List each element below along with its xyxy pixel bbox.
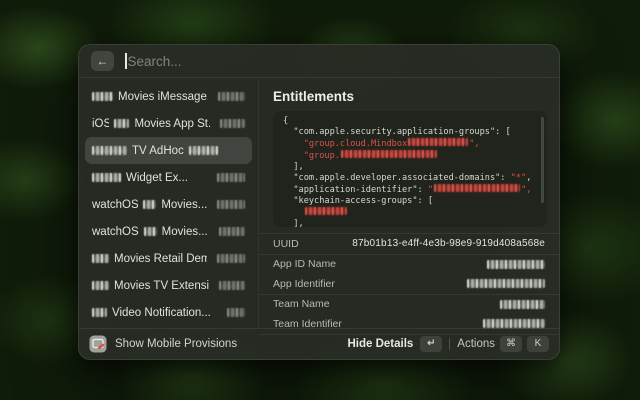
list-item-label: Movies... [162,226,208,238]
list-item-prefix: watchOS [92,226,139,238]
desktop: ← Movies iMessage... iOS Movies App St..… [0,0,640,400]
command-key-icon: ⌘ [500,336,522,352]
redacted-text [219,227,245,236]
list-item-label: Movies... [161,199,207,211]
action-bar: Show Mobile Provisions Hide Details ↵ Ac… [79,328,559,359]
list-item-label: Widget Ex... [126,172,188,184]
list-item-label: Video Notification... [112,307,211,319]
metadata-row-app-id-name: App ID Name [259,255,559,275]
code-text: { [283,116,288,126]
redacted-text [92,254,109,263]
metadata-row-uuid: UUID 87b01b13-e4ff-4e3b-98e9-919d408a568… [259,234,559,254]
redacted-text [189,146,218,155]
list-item[interactable]: Video Notification... [85,299,252,326]
redacted-text [218,92,245,101]
redacted-text [500,300,545,309]
code-string: "*" [511,173,527,183]
redacted-text [305,207,347,215]
redacted-text [227,308,245,317]
redacted-text [144,227,157,236]
code-string: ", [469,139,479,149]
metadata-row-team-name: Team Name [259,295,559,315]
list-item[interactable]: Movies iMessage... [85,83,252,110]
list-item[interactable]: iOS Movies App St... [85,110,252,137]
command-title: Show Mobile Provisions [115,338,237,350]
mobile-provisions-app-icon [89,335,107,353]
list-item-prefix: iOS [92,118,109,130]
code-string: " [428,185,433,195]
footer-actions: Hide Details ↵ Actions ⌘ K [347,336,549,352]
redacted-text [92,92,113,101]
uuid-label: UUID [273,238,299,250]
code-text: ], [283,162,304,172]
divider [449,338,450,350]
redacted-text [92,173,121,182]
redacted-text [92,281,109,290]
list-item-label: Movies iMessage... [118,91,208,103]
return-key-icon: ↵ [420,336,442,352]
redacted-text [217,200,245,209]
redacted-text [483,319,545,328]
list-item[interactable]: Widget Ex... [85,164,252,191]
hide-details-button[interactable]: Hide Details ↵ [347,336,442,352]
back-arrow-icon: ← [97,54,109,68]
text-caret [125,53,127,69]
entitlements-title: Entitlements [273,89,545,104]
list-item-label: Movies TV Extensi... [114,280,209,292]
redacted-text [408,138,468,146]
list-item-selected[interactable]: TV AdHoc [85,137,252,164]
actions-label: Actions [457,338,495,350]
entitlements-code-block[interactable]: { "com.apple.security.application-groups… [273,111,547,227]
redacted-text [219,281,245,290]
app-identifier-label: App Identifier [273,278,335,290]
team-name-label: Team Name [273,298,330,310]
actions-button[interactable]: Actions ⌘ K [457,336,549,352]
code-text: "keychain-access-groups": [ [283,196,433,206]
k-key-icon: K [527,336,549,352]
redacted-text [217,173,245,182]
redacted-text [114,119,129,128]
redacted-text [467,279,545,288]
code-string: ", [521,185,531,195]
list-item[interactable]: Movies Retail Dem... [85,245,252,272]
provisions-list: Movies iMessage... iOS Movies App St... … [79,78,259,328]
list-item-label: Movies App St... [134,118,210,130]
redacted-text [487,260,545,269]
code-text: ], [283,219,304,227]
redacted-text [217,254,245,263]
window-body: Movies iMessage... iOS Movies App St... … [79,78,559,328]
code-text: "com.apple.developer.associated-domains"… [283,173,511,183]
code-text: "com.apple.security.application-groups":… [283,127,511,137]
app-id-name-label: App ID Name [273,258,336,270]
code-string [283,208,304,218]
detail-panel: Entitlements { "com.apple.security.appli… [259,78,559,328]
code-text: "application-identifier": [283,185,428,195]
scrollbar[interactable] [541,117,544,203]
code-string: "group. [283,151,340,161]
back-button[interactable]: ← [91,51,114,71]
search-input[interactable] [128,54,548,69]
uuid-value: 87b01b13-e4ff-4e3b-98e9-919d408a568e [352,238,545,249]
list-item[interactable]: watchOS Movies... [85,191,252,218]
redacted-text [220,119,245,128]
list-item[interactable]: watchOS Movies... [85,218,252,245]
redacted-text [92,308,107,317]
search-bar: ← [79,45,559,78]
code-text: , [526,173,531,183]
hide-details-label: Hide Details [347,338,413,350]
list-item[interactable]: Movies TV Extensi... [85,272,252,299]
launcher-window: ← Movies iMessage... iOS Movies App St..… [78,44,560,360]
metadata-section: UUID 87b01b13-e4ff-4e3b-98e9-919d408a568… [259,233,559,335]
list-item-prefix: watchOS [92,199,138,211]
redacted-text [92,146,127,155]
list-item-label: TV AdHoc [132,145,184,157]
metadata-row-app-identifier: App Identifier [259,274,559,294]
redacted-text [434,184,520,192]
redacted-text [143,200,156,209]
code-string: "group.cloud.Mindbox [283,139,407,149]
redacted-text [341,150,437,158]
list-item-label: Movies Retail Dem... [114,253,207,265]
